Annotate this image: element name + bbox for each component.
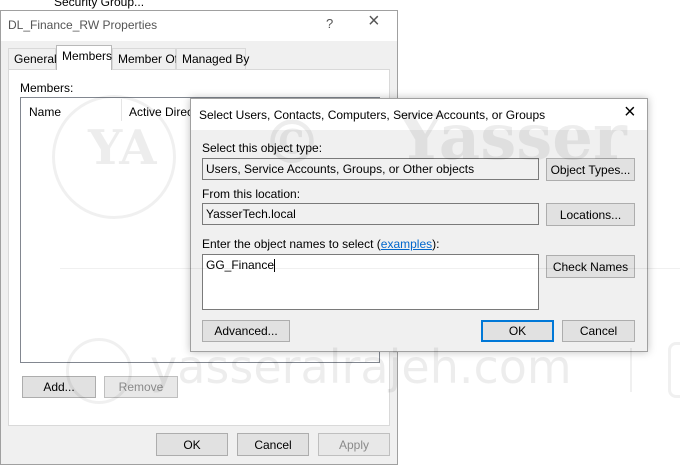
tab-member-of[interactable]: Member Of	[112, 48, 178, 69]
enter-names-label: Enter the object names to select (exampl…	[202, 237, 440, 251]
properties-ok-button[interactable]: OK	[156, 433, 228, 456]
background-window-title: Security Group...	[54, 0, 145, 9]
text-cursor	[274, 259, 276, 273]
properties-cancel-button[interactable]: Cancel	[237, 433, 309, 456]
properties-apply-button[interactable]: Apply	[318, 433, 390, 456]
tab-members[interactable]: Members	[56, 45, 112, 70]
column-name[interactable]: Name	[29, 105, 61, 119]
check-names-button[interactable]: Check Names	[546, 255, 635, 278]
globe-icon	[66, 338, 132, 404]
members-label: Members:	[20, 81, 74, 95]
advanced-button[interactable]: Advanced...	[202, 320, 290, 342]
location-label: From this location:	[202, 187, 301, 201]
watermark-divider	[60, 268, 680, 269]
examples-link[interactable]: examples	[381, 237, 432, 251]
select-cancel-button[interactable]: Cancel	[562, 320, 635, 342]
properties-close-icon[interactable]: ×	[368, 10, 380, 33]
select-ok-button[interactable]: OK	[481, 320, 554, 342]
watermark-icon-fragment	[668, 342, 680, 398]
properties-title: DL_Finance_RW Properties	[8, 18, 158, 32]
object-types-button[interactable]: Object Types...	[546, 158, 635, 181]
select-dialog-close-icon[interactable]: ×	[624, 101, 636, 124]
watermark-separator	[630, 348, 632, 392]
tab-managed-by[interactable]: Managed By	[176, 48, 249, 69]
tab-general[interactable]: General	[8, 48, 57, 69]
help-icon[interactable]: ?	[326, 16, 333, 31]
object-type-field: Users, Service Accounts, Groups, or Othe…	[202, 158, 539, 180]
object-type-label: Select this object type:	[202, 141, 323, 155]
select-dialog-title: Select Users, Contacts, Computers, Servi…	[199, 108, 546, 122]
object-names-input[interactable]: GG_Finance	[202, 254, 539, 310]
watermark-logo-ring	[52, 95, 176, 219]
locations-button[interactable]: Locations...	[546, 203, 635, 226]
location-field: YasserTech.local	[202, 203, 539, 225]
